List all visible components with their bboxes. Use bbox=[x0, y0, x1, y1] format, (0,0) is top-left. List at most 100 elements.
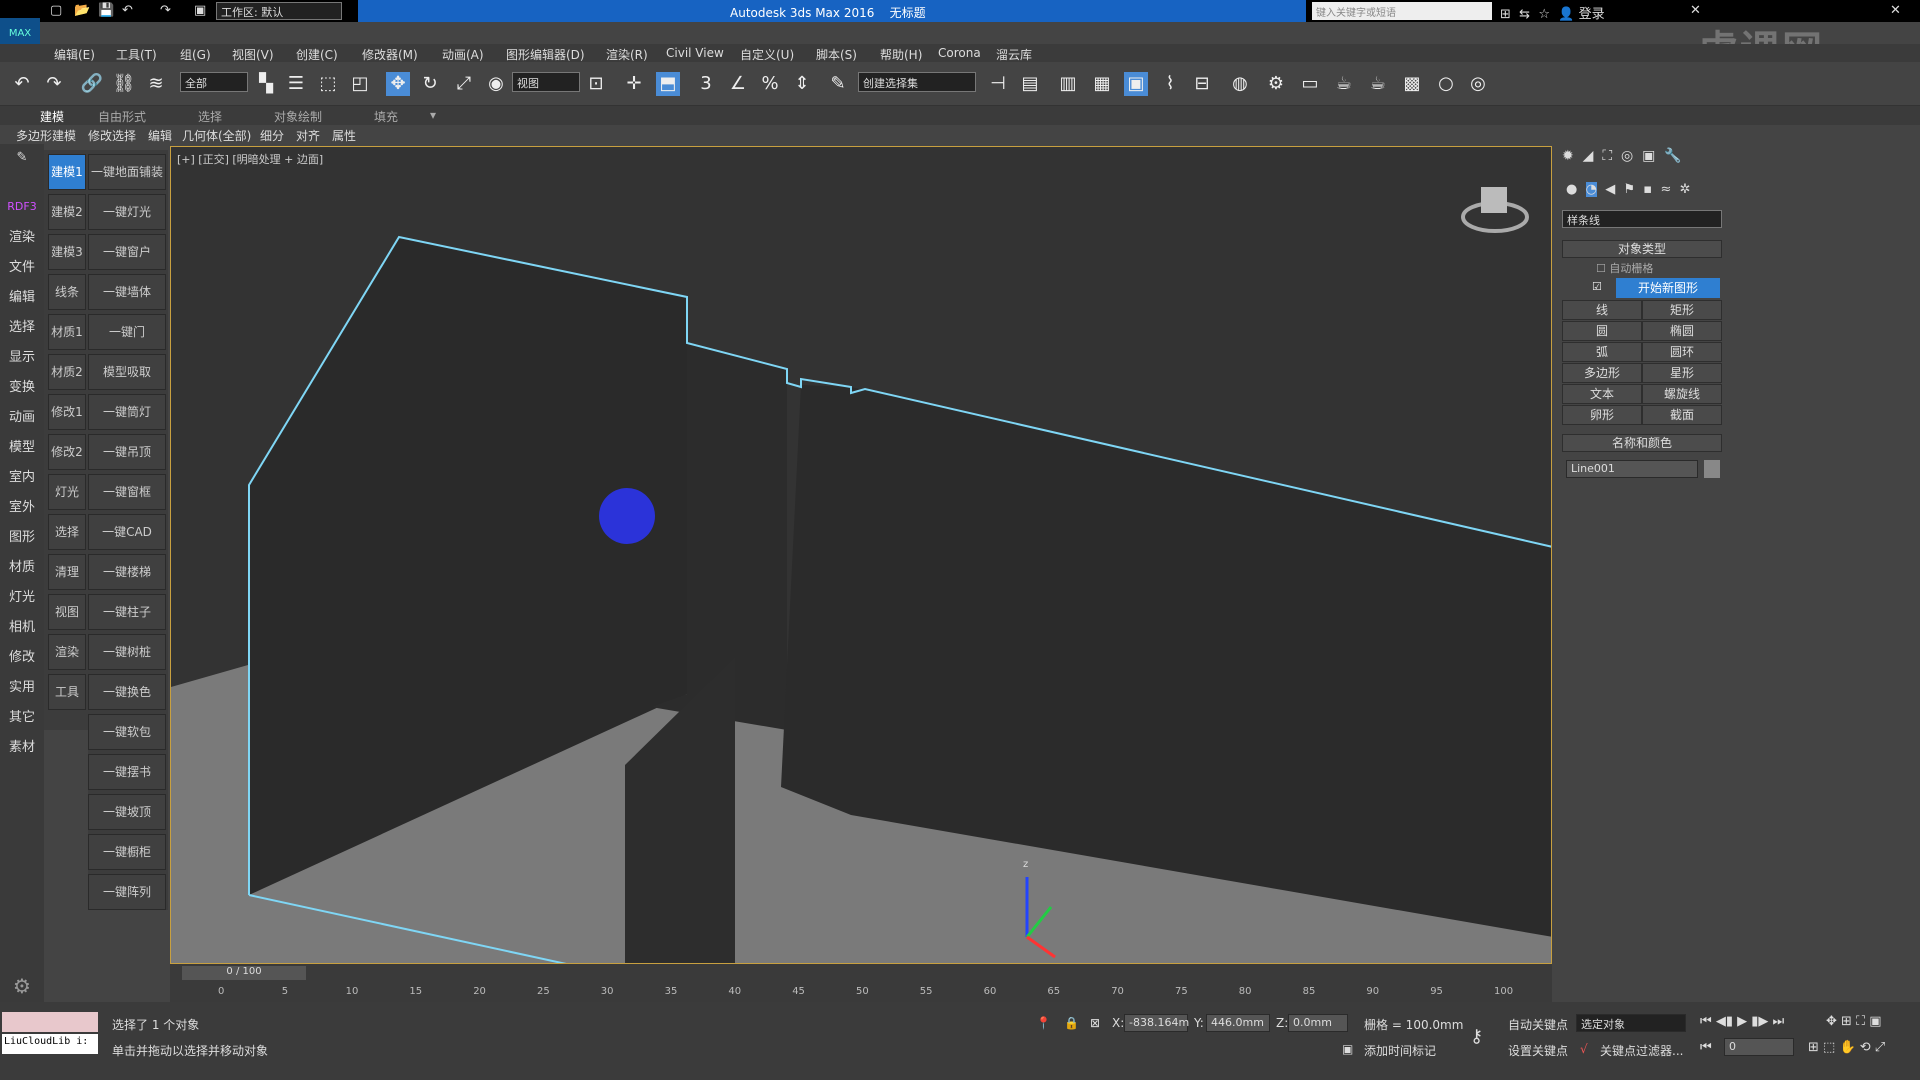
link-icon[interactable]: 🔗 bbox=[80, 72, 104, 96]
ribbon-subdivision[interactable]: 细分 bbox=[260, 127, 284, 144]
menu-civil-view[interactable]: Civil View bbox=[666, 46, 724, 60]
tab-selection[interactable]: 选择 bbox=[198, 108, 222, 125]
new-file-icon[interactable]: ▢ bbox=[50, 3, 62, 19]
display-tab-icon[interactable]: ▣ bbox=[1642, 148, 1655, 164]
maxscript-listener[interactable]: LiuCloudLib i: bbox=[2, 1034, 98, 1054]
menu-views[interactable]: 视图(V) bbox=[232, 46, 274, 63]
ribbon-edit[interactable]: 编辑 bbox=[148, 127, 172, 144]
menu-edit[interactable]: 编辑(E) bbox=[54, 46, 95, 63]
sidebar-exterior[interactable]: 室外 bbox=[0, 496, 44, 515]
unlink-icon[interactable]: ⛓ bbox=[112, 72, 136, 96]
geometry-icon[interactable]: ● bbox=[1566, 182, 1577, 197]
shape-line-button[interactable]: 线 bbox=[1562, 300, 1642, 320]
tool-window-frame[interactable]: 一键窗框 bbox=[88, 474, 166, 510]
viewport-nav-top-icons[interactable]: ✥ ⊞ ⛶ ▣ bbox=[1826, 1014, 1882, 1029]
shape-egg-button[interactable]: 卵形 bbox=[1562, 405, 1642, 425]
viewport-perspective[interactable]: [+] [正交] [明暗处理 + 边面] z bbox=[170, 146, 1552, 964]
layer-explorer-icon[interactable]: ▥ bbox=[1056, 72, 1080, 96]
sidebar-select[interactable]: 选择 bbox=[0, 316, 44, 335]
create-tab-icon[interactable]: ✹ bbox=[1562, 148, 1574, 164]
search-input[interactable]: 键入关键字或短语 bbox=[1312, 2, 1492, 20]
sidebar-model[interactable]: 模型 bbox=[0, 436, 44, 455]
tool-downlight[interactable]: 一键筒灯 bbox=[88, 394, 166, 430]
tab-modeling-1[interactable]: 建模1 bbox=[48, 154, 86, 190]
ribbon-properties[interactable]: 属性 bbox=[332, 127, 356, 144]
viewcube-icon[interactable] bbox=[1481, 187, 1507, 213]
tool-door[interactable]: 一键门 bbox=[88, 314, 166, 350]
rect-selection-icon[interactable]: ⬚ bbox=[316, 72, 340, 96]
menu-graph-editors[interactable]: 图形编辑器(D) bbox=[506, 46, 585, 63]
mirror-icon[interactable]: ⊣ bbox=[986, 72, 1010, 96]
shape-rectangle-button[interactable]: 矩形 bbox=[1642, 300, 1722, 320]
sidebar-assets[interactable]: 素材 bbox=[0, 736, 44, 755]
current-frame-field[interactable]: 0 bbox=[1724, 1038, 1794, 1056]
systems-icon[interactable]: ✲ bbox=[1680, 182, 1691, 197]
select-rotate-icon[interactable]: ↻ bbox=[418, 72, 442, 96]
x-coordinate-field[interactable]: -838.164m bbox=[1124, 1014, 1189, 1032]
tab-lines[interactable]: 线条 bbox=[48, 274, 86, 310]
corona-settings-icon[interactable]: ◎ bbox=[1466, 72, 1490, 96]
sidebar-materials[interactable]: 材质 bbox=[0, 556, 44, 575]
project-icon[interactable]: ▣ bbox=[194, 3, 206, 19]
object-name-input[interactable]: Line001 bbox=[1566, 460, 1698, 478]
render-icon[interactable]: ☕ bbox=[1332, 72, 1356, 96]
pivot-icon[interactable]: ⊡ bbox=[584, 72, 608, 96]
rollout-object-type[interactable]: 对象类型 bbox=[1562, 240, 1722, 258]
lock-icon[interactable]: 🔒 bbox=[1064, 1016, 1079, 1030]
select-by-name-icon[interactable]: ☰ bbox=[284, 72, 308, 96]
login-link[interactable]: 登录 bbox=[1579, 7, 1605, 22]
reference-coordinate-dropdown[interactable]: 视图 bbox=[512, 72, 580, 92]
tab-populate[interactable]: 填充 bbox=[374, 108, 398, 125]
tool-wall[interactable]: 一键墙体 bbox=[88, 274, 166, 310]
sidebar-rdf3[interactable]: RDF3 bbox=[0, 200, 44, 213]
absolute-mode-icon[interactable]: ⊠ bbox=[1090, 1016, 1100, 1030]
tab-modeling[interactable]: 建模 bbox=[40, 108, 64, 125]
time-slider[interactable]: 0 / 100 bbox=[182, 966, 306, 980]
playback-controls[interactable]: ⏮ ◀▮ ▶ ▮▶ ⏭ bbox=[1700, 1014, 1784, 1029]
helpers-icon[interactable]: ▪ bbox=[1643, 182, 1652, 197]
sidebar-display[interactable]: 显示 bbox=[0, 346, 44, 365]
rendered-frame-icon[interactable]: ▭ bbox=[1298, 72, 1322, 96]
tab-material-2[interactable]: 材质2 bbox=[48, 354, 86, 390]
tool-slope-roof[interactable]: 一键坡顶 bbox=[88, 794, 166, 830]
render-frame-window-icon[interactable]: ▩ bbox=[1400, 72, 1424, 96]
sidebar-transform[interactable]: 变换 bbox=[0, 376, 44, 395]
bind-space-warp-icon[interactable]: ≋ bbox=[144, 72, 168, 96]
tool-stairs[interactable]: 一键楼梯 bbox=[88, 554, 166, 590]
material-editor-icon[interactable]: ◍ bbox=[1228, 72, 1252, 96]
sidebar-render[interactable]: 渲染 bbox=[0, 226, 44, 245]
corona-interactive-icon[interactable]: ○ bbox=[1434, 72, 1458, 96]
schematic-view-icon[interactable]: ⊟ bbox=[1190, 72, 1214, 96]
spinner-snap-icon[interactable]: ⇕ bbox=[790, 72, 814, 96]
title-right-icons[interactable]: ⊞ ⇆ ☆ 👤 登录 bbox=[1500, 3, 1605, 22]
menu-group[interactable]: 组(G) bbox=[180, 46, 211, 63]
z-coordinate-field[interactable]: 0.0mm bbox=[1288, 1014, 1348, 1032]
shape-section-button[interactable]: 截面 bbox=[1642, 405, 1722, 425]
percent-snap-icon[interactable]: % bbox=[758, 72, 782, 96]
shape-donut-button[interactable]: 圆环 bbox=[1642, 342, 1722, 362]
scene-explorer-icon[interactable]: ▦ bbox=[1090, 72, 1114, 96]
open-file-icon[interactable]: 📂 bbox=[74, 3, 90, 19]
lights-icon[interactable]: ◀ bbox=[1605, 182, 1615, 197]
tool-lights[interactable]: 一键灯光 bbox=[88, 194, 166, 230]
select-object-icon[interactable]: ▚ bbox=[254, 72, 278, 96]
hierarchy-tab-icon[interactable]: ⛶ bbox=[1602, 148, 1612, 164]
tab-modify-1[interactable]: 修改1 bbox=[48, 394, 86, 430]
cameras-icon[interactable]: ⚑ bbox=[1623, 182, 1635, 197]
set-key-button[interactable]: 设置关键点 bbox=[1508, 1042, 1568, 1059]
tool-window[interactable]: 一键窗户 bbox=[88, 234, 166, 270]
timeline[interactable]: 0 / 100 0 5 10 15 20 25 30 35 40 45 50 55 60 65 70 75 80… bbox=[170, 964, 1552, 1002]
tab-modify-2[interactable]: 修改2 bbox=[48, 434, 86, 470]
exchange-icon[interactable]: ⇆ bbox=[1519, 7, 1530, 22]
object-color-swatch[interactable] bbox=[1704, 460, 1720, 478]
render-setup-icon[interactable]: ⚙ bbox=[1264, 72, 1288, 96]
ribbon-options-icon[interactable]: ▾ bbox=[430, 108, 436, 122]
shape-ellipse-button[interactable]: 椭圆 bbox=[1642, 321, 1722, 341]
close-icon[interactable]: ✕ bbox=[1690, 3, 1701, 19]
start-new-shape-checkbox[interactable]: ☑ bbox=[1592, 280, 1602, 293]
menu-liuyunku[interactable]: 溜云库 bbox=[996, 46, 1032, 63]
menu-customize[interactable]: 自定义(U) bbox=[740, 46, 794, 63]
sidebar-file[interactable]: 文件 bbox=[0, 256, 44, 275]
key-icon[interactable]: ⚷ bbox=[1470, 1026, 1483, 1047]
motion-tab-icon[interactable]: ◎ bbox=[1621, 148, 1633, 164]
